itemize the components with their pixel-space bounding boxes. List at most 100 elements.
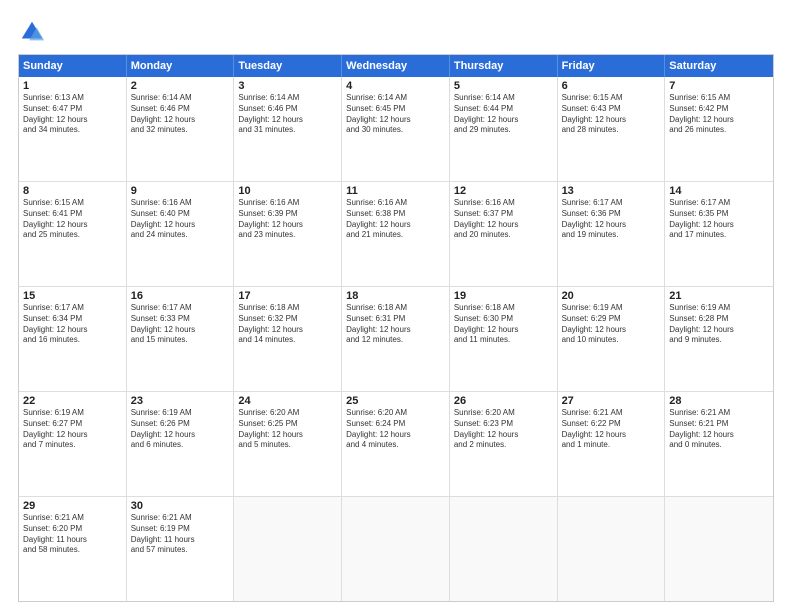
cal-cell: 20Sunrise: 6:19 AMSunset: 6:29 PMDayligh… xyxy=(558,287,666,391)
cell-info: Sunrise: 6:21 AMSunset: 6:22 PMDaylight:… xyxy=(562,408,661,451)
day-number: 2 xyxy=(131,80,230,92)
cell-info: Sunrise: 6:14 AMSunset: 6:46 PMDaylight:… xyxy=(131,93,230,136)
cell-info: Sunrise: 6:16 AMSunset: 6:37 PMDaylight:… xyxy=(454,198,553,241)
cal-cell: 27Sunrise: 6:21 AMSunset: 6:22 PMDayligh… xyxy=(558,392,666,496)
cal-week-3: 15Sunrise: 6:17 AMSunset: 6:34 PMDayligh… xyxy=(19,287,773,392)
cal-cell: 29Sunrise: 6:21 AMSunset: 6:20 PMDayligh… xyxy=(19,497,127,601)
day-number: 14 xyxy=(669,185,769,197)
cell-info: Sunrise: 6:14 AMSunset: 6:45 PMDaylight:… xyxy=(346,93,445,136)
cal-cell: 9Sunrise: 6:16 AMSunset: 6:40 PMDaylight… xyxy=(127,182,235,286)
cell-info: Sunrise: 6:16 AMSunset: 6:40 PMDaylight:… xyxy=(131,198,230,241)
cell-info: Sunrise: 6:19 AMSunset: 6:28 PMDaylight:… xyxy=(669,303,769,346)
day-number: 11 xyxy=(346,185,445,197)
header-day-sunday: Sunday xyxy=(19,55,127,77)
header-day-wednesday: Wednesday xyxy=(342,55,450,77)
cal-cell: 24Sunrise: 6:20 AMSunset: 6:25 PMDayligh… xyxy=(234,392,342,496)
header xyxy=(18,18,774,46)
day-number: 3 xyxy=(238,80,337,92)
day-number: 16 xyxy=(131,290,230,302)
cell-info: Sunrise: 6:20 AMSunset: 6:24 PMDaylight:… xyxy=(346,408,445,451)
cell-info: Sunrise: 6:17 AMSunset: 6:33 PMDaylight:… xyxy=(131,303,230,346)
cell-info: Sunrise: 6:14 AMSunset: 6:44 PMDaylight:… xyxy=(454,93,553,136)
cell-info: Sunrise: 6:18 AMSunset: 6:30 PMDaylight:… xyxy=(454,303,553,346)
cell-info: Sunrise: 6:19 AMSunset: 6:27 PMDaylight:… xyxy=(23,408,122,451)
day-number: 1 xyxy=(23,80,122,92)
header-day-saturday: Saturday xyxy=(665,55,773,77)
day-number: 26 xyxy=(454,395,553,407)
logo xyxy=(18,18,50,46)
cal-cell: 11Sunrise: 6:16 AMSunset: 6:38 PMDayligh… xyxy=(342,182,450,286)
cal-cell: 12Sunrise: 6:16 AMSunset: 6:37 PMDayligh… xyxy=(450,182,558,286)
day-number: 10 xyxy=(238,185,337,197)
cal-cell: 26Sunrise: 6:20 AMSunset: 6:23 PMDayligh… xyxy=(450,392,558,496)
cell-info: Sunrise: 6:17 AMSunset: 6:36 PMDaylight:… xyxy=(562,198,661,241)
cell-info: Sunrise: 6:18 AMSunset: 6:32 PMDaylight:… xyxy=(238,303,337,346)
cal-week-5: 29Sunrise: 6:21 AMSunset: 6:20 PMDayligh… xyxy=(19,497,773,601)
cell-info: Sunrise: 6:17 AMSunset: 6:34 PMDaylight:… xyxy=(23,303,122,346)
day-number: 29 xyxy=(23,500,122,512)
day-number: 18 xyxy=(346,290,445,302)
cell-info: Sunrise: 6:15 AMSunset: 6:43 PMDaylight:… xyxy=(562,93,661,136)
cal-cell: 22Sunrise: 6:19 AMSunset: 6:27 PMDayligh… xyxy=(19,392,127,496)
cell-info: Sunrise: 6:19 AMSunset: 6:29 PMDaylight:… xyxy=(562,303,661,346)
day-number: 22 xyxy=(23,395,122,407)
cal-cell: 17Sunrise: 6:18 AMSunset: 6:32 PMDayligh… xyxy=(234,287,342,391)
cal-cell: 8Sunrise: 6:15 AMSunset: 6:41 PMDaylight… xyxy=(19,182,127,286)
cell-info: Sunrise: 6:20 AMSunset: 6:25 PMDaylight:… xyxy=(238,408,337,451)
cal-cell: 25Sunrise: 6:20 AMSunset: 6:24 PMDayligh… xyxy=(342,392,450,496)
cell-info: Sunrise: 6:15 AMSunset: 6:41 PMDaylight:… xyxy=(23,198,122,241)
cell-info: Sunrise: 6:21 AMSunset: 6:21 PMDaylight:… xyxy=(669,408,769,451)
cell-info: Sunrise: 6:16 AMSunset: 6:39 PMDaylight:… xyxy=(238,198,337,241)
day-number: 20 xyxy=(562,290,661,302)
cal-cell xyxy=(450,497,558,601)
cal-cell: 10Sunrise: 6:16 AMSunset: 6:39 PMDayligh… xyxy=(234,182,342,286)
cell-info: Sunrise: 6:15 AMSunset: 6:42 PMDaylight:… xyxy=(669,93,769,136)
cal-cell: 21Sunrise: 6:19 AMSunset: 6:28 PMDayligh… xyxy=(665,287,773,391)
day-number: 4 xyxy=(346,80,445,92)
cal-cell: 14Sunrise: 6:17 AMSunset: 6:35 PMDayligh… xyxy=(665,182,773,286)
cell-info: Sunrise: 6:13 AMSunset: 6:47 PMDaylight:… xyxy=(23,93,122,136)
cell-info: Sunrise: 6:19 AMSunset: 6:26 PMDaylight:… xyxy=(131,408,230,451)
day-number: 13 xyxy=(562,185,661,197)
cell-info: Sunrise: 6:21 AMSunset: 6:19 PMDaylight:… xyxy=(131,513,230,556)
day-number: 30 xyxy=(131,500,230,512)
cell-info: Sunrise: 6:17 AMSunset: 6:35 PMDaylight:… xyxy=(669,198,769,241)
calendar-header: SundayMondayTuesdayWednesdayThursdayFrid… xyxy=(19,55,773,77)
page: SundayMondayTuesdayWednesdayThursdayFrid… xyxy=(0,0,792,612)
calendar: SundayMondayTuesdayWednesdayThursdayFrid… xyxy=(18,54,774,602)
cell-info: Sunrise: 6:20 AMSunset: 6:23 PMDaylight:… xyxy=(454,408,553,451)
cal-week-4: 22Sunrise: 6:19 AMSunset: 6:27 PMDayligh… xyxy=(19,392,773,497)
cal-cell xyxy=(558,497,666,601)
cal-cell: 15Sunrise: 6:17 AMSunset: 6:34 PMDayligh… xyxy=(19,287,127,391)
day-number: 12 xyxy=(454,185,553,197)
cal-cell xyxy=(342,497,450,601)
cell-info: Sunrise: 6:16 AMSunset: 6:38 PMDaylight:… xyxy=(346,198,445,241)
day-number: 25 xyxy=(346,395,445,407)
header-day-friday: Friday xyxy=(558,55,666,77)
cal-cell: 2Sunrise: 6:14 AMSunset: 6:46 PMDaylight… xyxy=(127,77,235,181)
day-number: 7 xyxy=(669,80,769,92)
day-number: 27 xyxy=(562,395,661,407)
day-number: 8 xyxy=(23,185,122,197)
header-day-tuesday: Tuesday xyxy=(234,55,342,77)
cal-week-1: 1Sunrise: 6:13 AMSunset: 6:47 PMDaylight… xyxy=(19,77,773,182)
cal-cell: 18Sunrise: 6:18 AMSunset: 6:31 PMDayligh… xyxy=(342,287,450,391)
day-number: 5 xyxy=(454,80,553,92)
day-number: 21 xyxy=(669,290,769,302)
cal-cell: 3Sunrise: 6:14 AMSunset: 6:46 PMDaylight… xyxy=(234,77,342,181)
cal-cell: 7Sunrise: 6:15 AMSunset: 6:42 PMDaylight… xyxy=(665,77,773,181)
cell-info: Sunrise: 6:18 AMSunset: 6:31 PMDaylight:… xyxy=(346,303,445,346)
cal-cell: 23Sunrise: 6:19 AMSunset: 6:26 PMDayligh… xyxy=(127,392,235,496)
cal-cell: 13Sunrise: 6:17 AMSunset: 6:36 PMDayligh… xyxy=(558,182,666,286)
cal-cell: 19Sunrise: 6:18 AMSunset: 6:30 PMDayligh… xyxy=(450,287,558,391)
calendar-body: 1Sunrise: 6:13 AMSunset: 6:47 PMDaylight… xyxy=(19,77,773,601)
header-day-thursday: Thursday xyxy=(450,55,558,77)
day-number: 6 xyxy=(562,80,661,92)
cal-cell: 6Sunrise: 6:15 AMSunset: 6:43 PMDaylight… xyxy=(558,77,666,181)
day-number: 23 xyxy=(131,395,230,407)
day-number: 28 xyxy=(669,395,769,407)
cell-info: Sunrise: 6:14 AMSunset: 6:46 PMDaylight:… xyxy=(238,93,337,136)
cal-cell: 30Sunrise: 6:21 AMSunset: 6:19 PMDayligh… xyxy=(127,497,235,601)
cal-cell xyxy=(234,497,342,601)
cal-cell: 1Sunrise: 6:13 AMSunset: 6:47 PMDaylight… xyxy=(19,77,127,181)
